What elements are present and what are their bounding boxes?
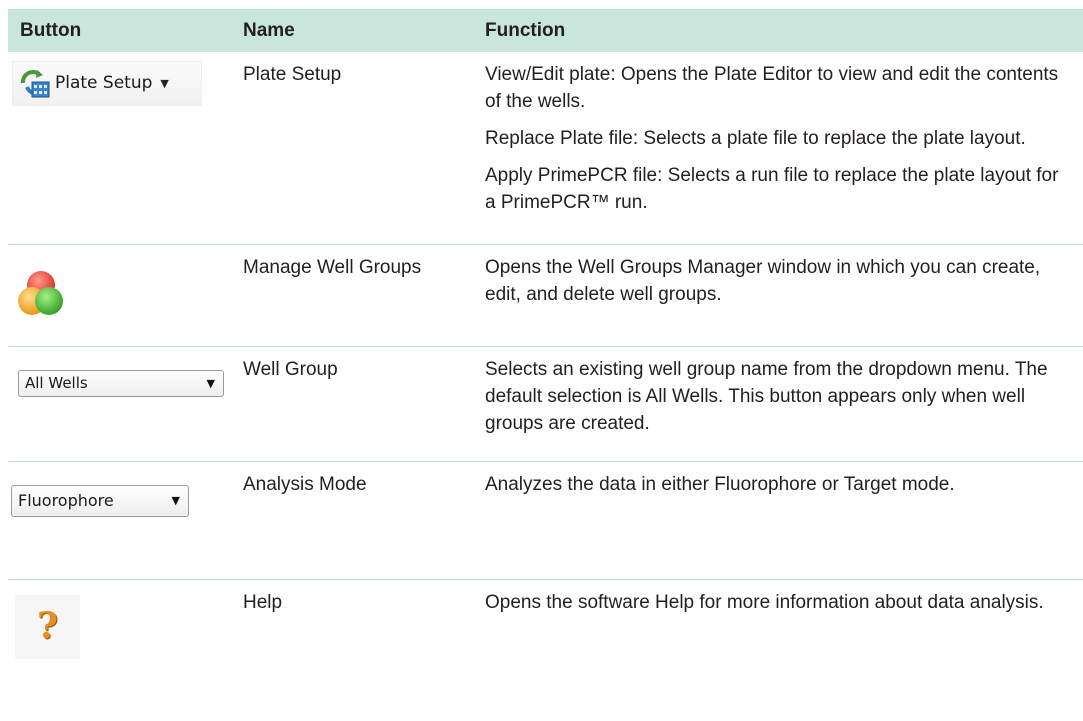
function-text: Analyzes the data in either Fluorophore … [485, 473, 955, 495]
header-function: Function [485, 20, 566, 41]
function-cell: View/Edit plate: Opens the Plate Editor … [475, 52, 1083, 244]
name-cell: Analysis Mode [243, 473, 367, 495]
analysis-mode-select-value: Fluorophore [18, 491, 114, 510]
button-cell: Fluorophore ▼ [8, 461, 233, 579]
name-cell: Well Group [243, 358, 338, 380]
table-row: All Wells ▼ Well Group Selects an existi… [8, 346, 1083, 461]
chevron-down-icon: ▼ [206, 376, 215, 390]
button-cell: ? [8, 579, 233, 679]
function-cell: Analyzes the data in either Fluorophore … [475, 461, 1083, 579]
well-group-select[interactable]: All Wells ▼ [18, 369, 224, 397]
button-cell: Plate Setup ▼ [8, 52, 233, 244]
header-button: Button [20, 20, 82, 41]
plate-setup-button[interactable]: Plate Setup ▼ [12, 61, 202, 106]
help-button[interactable]: ? [15, 594, 80, 659]
chevron-down-icon: ▼ [171, 494, 180, 507]
function-text: Opens the Well Groups Manager window in … [485, 256, 1041, 305]
well-groups-icon[interactable] [15, 267, 67, 319]
button-cell [8, 244, 233, 346]
function-cell: Selects an existing well group name from… [475, 346, 1083, 461]
name-cell: Help [243, 591, 283, 613]
table-row: Plate Setup ▼ Plate Setup View/Edit plat… [8, 52, 1083, 244]
function-cell: Opens the Well Groups Manager window in … [475, 244, 1083, 346]
help-icon: ? [36, 605, 59, 647]
plate-setup-button-label: Plate Setup [55, 73, 153, 93]
table-row: Manage Well Groups Opens the Well Groups… [8, 244, 1083, 346]
analysis-mode-select[interactable]: Fluorophore ▼ [11, 484, 189, 517]
button-cell: All Wells ▼ [8, 346, 233, 461]
function-text: Selects an existing well group name from… [485, 358, 1048, 434]
table-row: Fluorophore ▼ Analysis Mode Analyzes the… [8, 461, 1083, 579]
well-group-select-value: All Wells [25, 373, 88, 392]
table-header-row: Button Name Function [8, 10, 1083, 52]
plate-setup-icon [20, 69, 50, 97]
function-text: Opens the software Help for more informa… [485, 591, 1044, 613]
name-cell: Plate Setup [243, 64, 342, 85]
function-cell: Opens the software Help for more informa… [475, 579, 1083, 679]
header-name: Name [243, 20, 295, 41]
table-row: ? Help Opens the software Help for more … [8, 579, 1083, 679]
function-text: Apply PrimePCR file: Selects a run file … [485, 165, 1059, 213]
toolbar-reference-table: Button Name Function Plate Setup ▼ Plate… [8, 10, 1083, 679]
name-cell: Manage Well Groups [243, 256, 422, 278]
function-text: View/Edit plate: Opens the Plate Editor … [485, 64, 1059, 112]
chevron-down-icon: ▼ [160, 77, 169, 90]
function-text: Replace Plate file: Selects a plate file… [485, 128, 1026, 149]
